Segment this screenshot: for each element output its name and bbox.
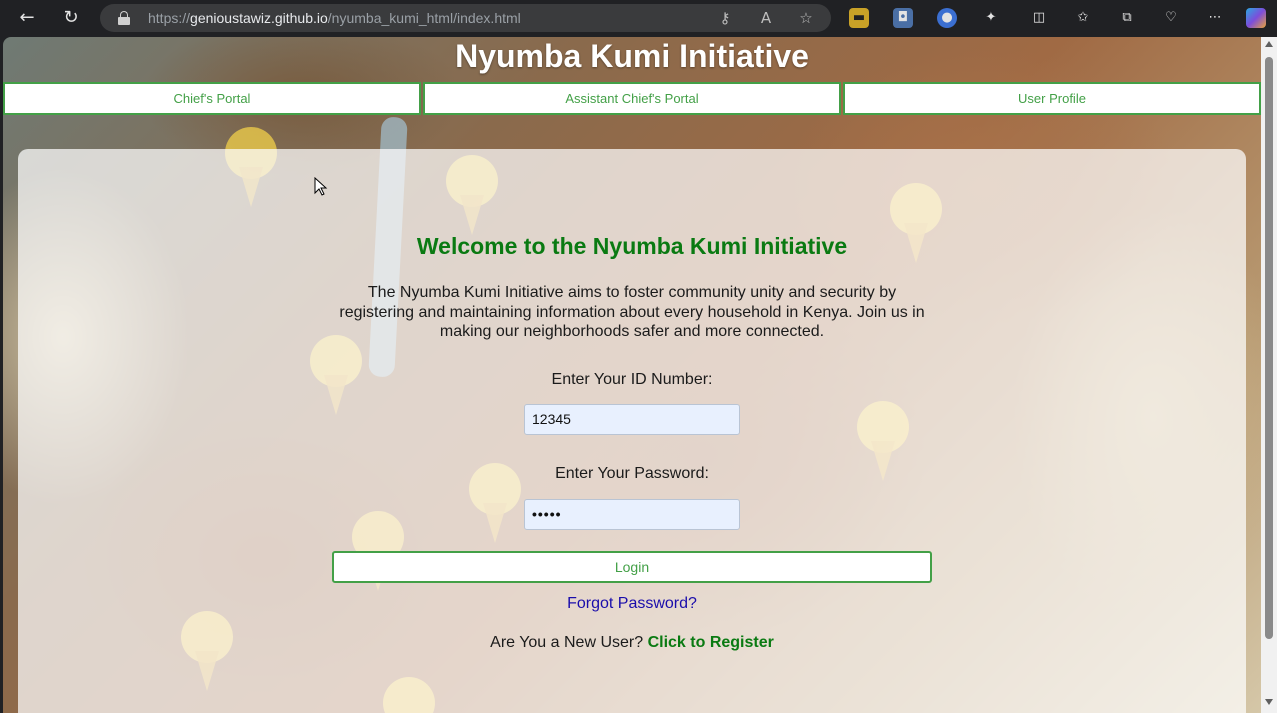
scroll-down-arrow-icon[interactable] — [1265, 699, 1273, 705]
url-text[interactable]: https://genioustawiz.github.io/nyumba_ku… — [148, 10, 521, 26]
scroll-up-arrow-icon[interactable] — [1265, 41, 1273, 47]
login-card: Welcome to the Nyumba Kumi Initiative Th… — [18, 149, 1246, 713]
key-icon[interactable]: ⚷ — [715, 8, 735, 28]
nav-chiefs-portal[interactable]: Chief's Portal — [3, 82, 421, 115]
browser-toolbar: ← ↻ https://genioustawiz.github.io/nyumb… — [0, 0, 1277, 37]
back-icon[interactable]: ← — [15, 7, 39, 29]
id-number-input[interactable]: 12345 — [524, 404, 740, 435]
page-scrollbar[interactable] — [1261, 37, 1277, 713]
puzzle-icon[interactable]: ✦ — [981, 8, 1001, 28]
copilot-icon[interactable] — [1246, 8, 1266, 28]
nav-user-profile[interactable]: User Profile — [843, 82, 1261, 115]
login-button[interactable]: Login — [332, 551, 932, 583]
forgot-password-link: Forgot Password? — [18, 595, 1246, 613]
split-screen-icon[interactable]: ◫ — [1029, 8, 1049, 28]
register-link[interactable]: Click to Register — [648, 634, 774, 651]
performance-icon[interactable]: ♡ — [1161, 8, 1181, 28]
browser-extension-icon[interactable]: ● — [937, 8, 957, 28]
password-label: Enter Your Password: — [555, 465, 709, 482]
page-viewport: Nyumba Kumi Initiative Chief's Portal As… — [3, 37, 1261, 713]
reload-icon[interactable]: ↻ — [59, 7, 83, 29]
nav-assistant-chiefs-portal[interactable]: Assistant Chief's Portal — [423, 82, 841, 115]
extension-icon[interactable]: ▬ — [849, 8, 869, 28]
mouse-cursor-icon — [314, 177, 328, 196]
lock-icon[interactable] — [118, 11, 130, 25]
collections-icon[interactable]: ⧉ — [1117, 8, 1137, 28]
more-options-icon[interactable]: ⋯ — [1205, 8, 1225, 28]
register-prompt: Are You a New User? Click to Register — [18, 634, 1246, 652]
password-input[interactable]: ••••• — [524, 499, 740, 530]
scroll-thumb[interactable] — [1265, 57, 1273, 639]
screen-capture-icon[interactable]: ◘ — [893, 8, 913, 28]
new-user-text: Are You a New User? — [490, 634, 644, 651]
address-bar[interactable]: https://genioustawiz.github.io/nyumba_ku… — [100, 4, 831, 32]
read-aloud-icon[interactable]: A — [756, 8, 776, 28]
id-label: Enter Your ID Number: — [551, 371, 713, 388]
top-navigation: Chief's Portal Assistant Chief's Portal … — [3, 82, 1261, 115]
forgot-password-link-text[interactable]: Forgot Password? — [567, 595, 697, 612]
welcome-heading: Welcome to the Nyumba Kumi Initiative — [416, 233, 848, 259]
favorite-star-icon[interactable]: ☆ — [796, 8, 816, 28]
favorites-icon[interactable]: ✩ — [1073, 8, 1093, 28]
site-title: Nyumba Kumi Initiative — [455, 38, 809, 74]
intro-text: The Nyumba Kumi Initiative aims to foste… — [339, 284, 925, 340]
